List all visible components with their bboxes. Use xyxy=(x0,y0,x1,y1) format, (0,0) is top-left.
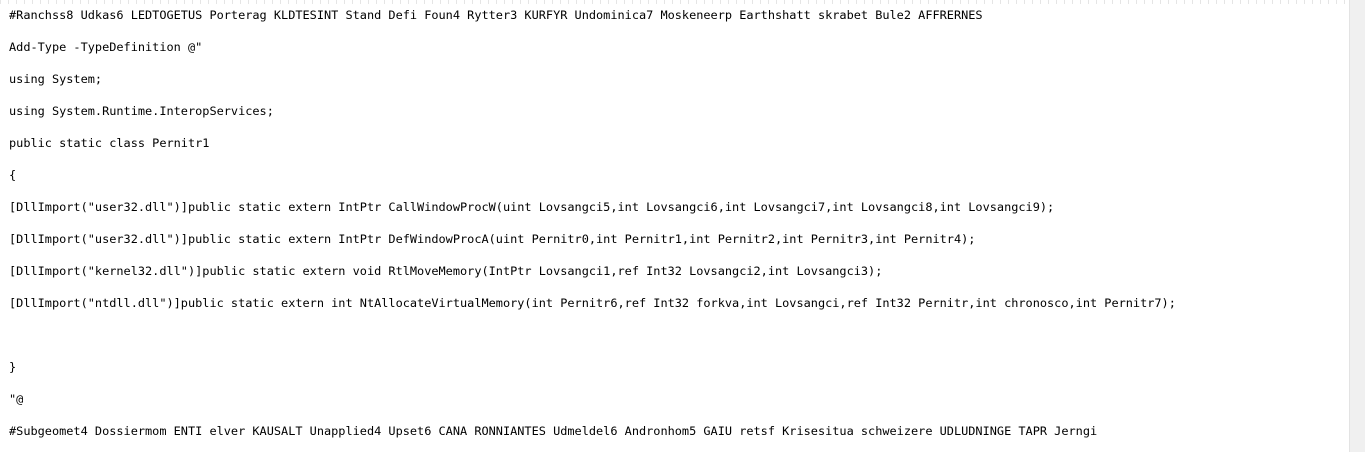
vertical-scrollbar[interactable] xyxy=(1349,0,1365,452)
code-line: using System; xyxy=(9,72,103,86)
code-line: public static class Pernitr1 xyxy=(9,136,210,150)
code-line: Add-Type -TypeDefinition @" xyxy=(9,40,203,54)
top-ruler-marks xyxy=(0,0,1349,4)
code-line: } xyxy=(9,360,17,374)
code-line: [DllImport("user32.dll")]public static e… xyxy=(9,232,976,246)
code-line: "@ xyxy=(9,392,24,406)
code-line: using System.Runtime.InteropServices; xyxy=(9,104,274,118)
text-editor[interactable]: #Ranchss8 Udkas6 LEDTOGETUS Porterag KLD… xyxy=(0,0,1349,452)
code-line: [DllImport("user32.dll")]public static e… xyxy=(9,200,1055,214)
code-line: #Subgeomet4 Dossiermom ENTI elver KAUSAL… xyxy=(9,424,1098,438)
code-line: #Ranchss8 Udkas6 LEDTOGETUS Porterag KLD… xyxy=(9,8,983,22)
code-line: [DllImport("kernel32.dll")]public static… xyxy=(9,264,883,278)
code-line: { xyxy=(9,168,17,182)
code-line: [DllImport("ntdll.dll")]public static ex… xyxy=(9,296,1176,310)
text-area[interactable]: #Ranchss8 Udkas6 LEDTOGETUS Porterag KLD… xyxy=(9,7,1349,455)
